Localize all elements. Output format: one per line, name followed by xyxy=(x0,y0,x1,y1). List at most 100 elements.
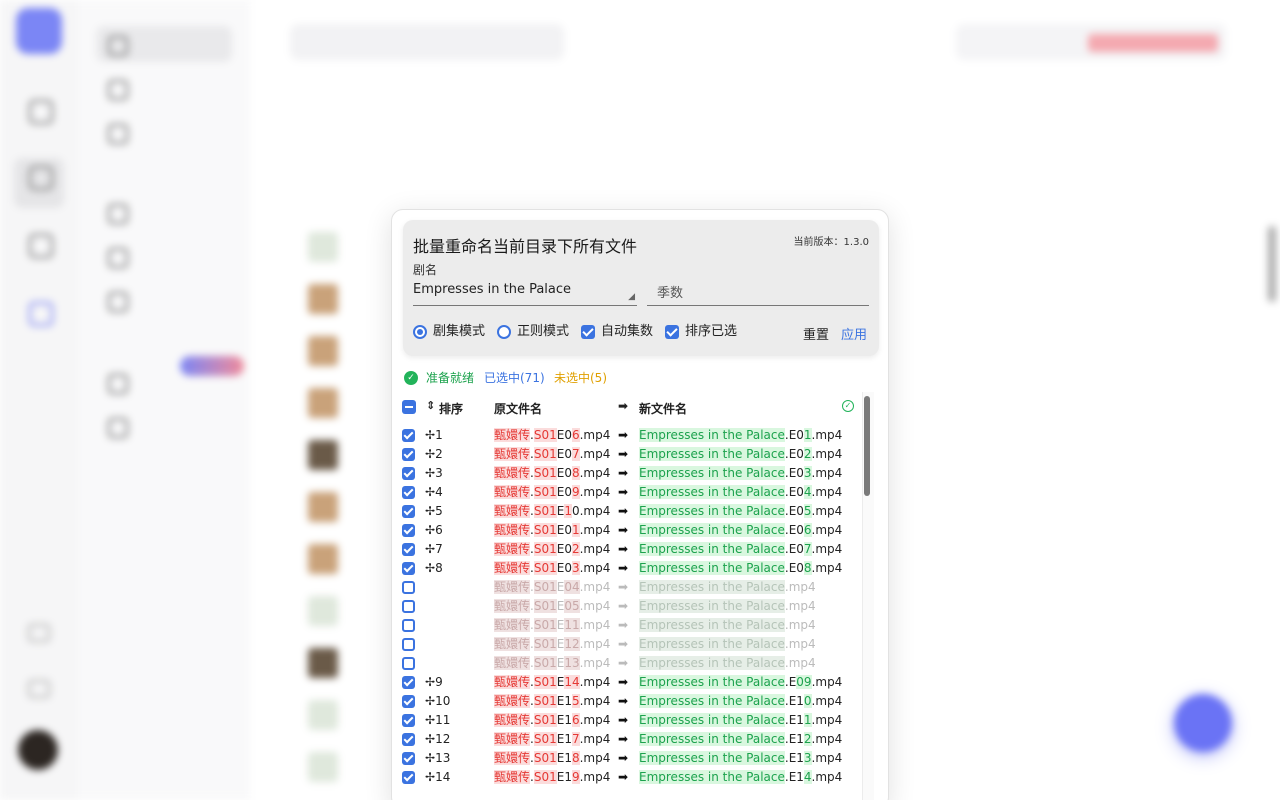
drama-name-input[interactable]: Empresses in the Palace ◢ xyxy=(413,278,637,306)
arrow-right-icon: ➡ xyxy=(618,523,629,537)
row-checkbox-checked[interactable] xyxy=(402,543,415,556)
arrow-right-icon: ➡ xyxy=(618,542,629,556)
table-row[interactable]: ✢7 甄嬛传.S01E02.mp4 ➡ Empresses in the Palace… xyxy=(392,540,862,559)
auto-episode-label: 自动集数 xyxy=(601,324,654,339)
drag-handle-index[interactable]: ✢3 xyxy=(425,464,443,483)
table-row[interactable]: ✢6 甄嬛传.S01E01.mp4 ➡ Empresses in the Palace… xyxy=(392,521,862,540)
new-filename: Empresses in the Palace.E03.mp4 xyxy=(639,466,843,480)
drag-handle-index[interactable]: ✢10 xyxy=(425,692,450,711)
original-filename: 甄嬛传.S01E14.mp4 xyxy=(494,675,611,689)
sort-header[interactable]: 排序 xyxy=(439,400,463,417)
episode-mode-radio[interactable]: 剧集模式 xyxy=(413,324,485,340)
auto-episode-checkbox[interactable]: 自动集数 xyxy=(581,324,653,340)
new-filename: Empresses in the Palace.E06.mp4 xyxy=(639,523,843,537)
table-row[interactable]: ✢2 甄嬛传.S01E07.mp4 ➡ Empresses in the Palace… xyxy=(392,445,862,464)
unselected-count[interactable]: 未选中(5) xyxy=(554,370,607,386)
new-name-header: 新文件名 xyxy=(639,402,688,416)
new-filename: Empresses in the Palace.E13.mp4 xyxy=(639,751,843,765)
table-header: ⇕ 排序 原文件名 ➡ 新文件名 ✓ xyxy=(392,399,872,417)
drag-handle-index[interactable]: ✢6 xyxy=(425,521,443,540)
table-row[interactable]: ✢1 甄嬛传.S01E06.mp4 ➡ Empresses in the Palace… xyxy=(392,426,862,445)
new-filename: Empresses in the Palace.mp4 xyxy=(639,618,816,632)
table-row[interactable]: 甄嬛传.S01E11.mp4 ➡ Empresses in the Palace.m… xyxy=(392,616,862,635)
table-row[interactable]: ✢3 甄嬛传.S01E08.mp4 ➡ Empresses in the Palace… xyxy=(392,464,862,483)
season-input[interactable]: 季数 xyxy=(647,278,869,306)
floating-action-button xyxy=(1174,694,1232,752)
side-nav xyxy=(78,0,250,800)
drag-handle-index[interactable]: ✢7 xyxy=(425,540,443,559)
row-index: 12 xyxy=(435,732,451,746)
row-checkbox-checked[interactable] xyxy=(402,676,415,689)
table-row[interactable]: 甄嬛传.S01E13.mp4 ➡ Empresses in the Palace.m… xyxy=(392,654,862,673)
arrow-right-icon: ➡ xyxy=(618,732,629,746)
sort-arrows-icon: ⇕ xyxy=(426,399,436,412)
row-checkbox-checked[interactable] xyxy=(402,448,415,461)
drag-handle-index[interactable]: ✢13 xyxy=(425,749,450,768)
list-scrollbar-thumb[interactable] xyxy=(864,396,870,496)
row-checkbox-checked[interactable] xyxy=(402,505,415,518)
row-checkbox-checked[interactable] xyxy=(402,486,415,499)
table-row[interactable]: 甄嬛传.S01E05.mp4 ➡ Empresses in the Palace.m… xyxy=(392,597,862,616)
row-checkbox-unchecked[interactable] xyxy=(402,619,415,632)
original-filename: 甄嬛传.S01E07.mp4 xyxy=(494,447,611,461)
drag-handle-index[interactable]: ✢1 xyxy=(425,426,443,445)
regex-mode-radio[interactable]: 正则模式 xyxy=(497,324,569,340)
drag-handle-index[interactable]: ✢4 xyxy=(425,483,443,502)
row-checkbox-checked[interactable] xyxy=(402,467,415,480)
original-filename: 甄嬛传.S01E08.mp4 xyxy=(494,466,611,480)
new-filename: Empresses in the Palace.mp4 xyxy=(639,656,816,670)
select-all-checkbox[interactable] xyxy=(402,400,416,414)
drag-handle-index[interactable]: ✢12 xyxy=(425,730,450,749)
check-circle-icon: ✓ xyxy=(404,371,418,385)
apply-button[interactable]: 应用 xyxy=(841,324,867,343)
drag-handle-index[interactable]: ✢9 xyxy=(425,673,443,692)
table-row[interactable]: 甄嬛传.S01E04.mp4 ➡ Empresses in the Palace.m… xyxy=(392,578,862,597)
arrow-right-icon: ➡ xyxy=(618,751,629,765)
arrow-right-icon: ➡ xyxy=(618,466,629,480)
drag-handle-index[interactable]: ✢5 xyxy=(425,502,443,521)
row-checkbox-unchecked[interactable] xyxy=(402,600,415,613)
row-checkbox-checked[interactable] xyxy=(402,733,415,746)
side-item xyxy=(96,408,232,444)
table-row[interactable]: ✢13 甄嬛传.S01E18.mp4 ➡ Empresses in the Palac… xyxy=(392,749,862,768)
check-circle-icon: ✓ xyxy=(842,400,854,412)
row-checkbox-checked[interactable] xyxy=(402,429,415,442)
resize-grip-icon[interactable]: ◢ xyxy=(628,292,635,302)
row-checkbox-unchecked[interactable] xyxy=(402,638,415,651)
table-row[interactable]: 甄嬛传.S01E12.mp4 ➡ Empresses in the Palace.m… xyxy=(392,635,862,654)
table-row[interactable]: ✢4 甄嬛传.S01E09.mp4 ➡ Empresses in the Palace… xyxy=(392,483,862,502)
new-filename: Empresses in the Palace.E07.mp4 xyxy=(639,542,843,556)
row-checkbox-checked[interactable] xyxy=(402,524,415,537)
row-index: 11 xyxy=(435,713,451,727)
table-row[interactable]: ✢10 甄嬛传.S01E15.mp4 ➡ Empresses in the Palac… xyxy=(392,692,862,711)
side-item xyxy=(96,70,232,106)
row-checkbox-checked[interactable] xyxy=(402,562,415,575)
table-row[interactable]: ✢12 甄嬛传.S01E17.mp4 ➡ Empresses in the Palac… xyxy=(392,730,862,749)
table-row[interactable]: ✢11 甄嬛传.S01E16.mp4 ➡ Empresses in the Palac… xyxy=(392,711,862,730)
table-row[interactable]: ✢9 甄嬛传.S01E14.mp4 ➡ Empresses in the Palace… xyxy=(392,673,862,692)
row-checkbox-checked[interactable] xyxy=(402,714,415,727)
new-filename: Empresses in the Palace.E11.mp4 xyxy=(639,713,843,727)
rail-item xyxy=(14,92,64,142)
selected-count[interactable]: 已选中(71) xyxy=(484,370,545,386)
sort-selected-checkbox[interactable]: 排序已选 xyxy=(665,324,737,340)
side-badge xyxy=(180,356,244,376)
row-checkbox-unchecked[interactable] xyxy=(402,581,415,594)
row-checkbox-checked[interactable] xyxy=(402,771,415,784)
row-checkbox-unchecked[interactable] xyxy=(402,657,415,670)
drag-handle-index[interactable]: ✢14 xyxy=(425,768,450,787)
arrow-right-icon: ➡ xyxy=(618,618,629,632)
drag-handle-index[interactable]: ✢2 xyxy=(425,445,443,464)
drag-handle-index[interactable]: ✢11 xyxy=(425,711,450,730)
table-row[interactable]: ✢8 甄嬛传.S01E03.mp4 ➡ Empresses in the Palace… xyxy=(392,559,862,578)
table-row[interactable]: ✢5 甄嬛传.S01E10.mp4 ➡ Empresses in the Palace… xyxy=(392,502,862,521)
row-checkbox-checked[interactable] xyxy=(402,752,415,765)
arrow-right-icon: ➡ xyxy=(618,675,629,689)
drag-handle-index[interactable]: ✢8 xyxy=(425,559,443,578)
row-index: 4 xyxy=(435,485,443,499)
original-filename: 甄嬛传.S01E01.mp4 xyxy=(494,523,611,537)
table-row[interactable]: ✢14 甄嬛传.S01E19.mp4 ➡ Empresses in the Palac… xyxy=(392,768,862,787)
new-filename: Empresses in the Palace.E01.mp4 xyxy=(639,428,843,442)
row-checkbox-checked[interactable] xyxy=(402,695,415,708)
reset-button[interactable]: 重置 xyxy=(803,324,829,343)
